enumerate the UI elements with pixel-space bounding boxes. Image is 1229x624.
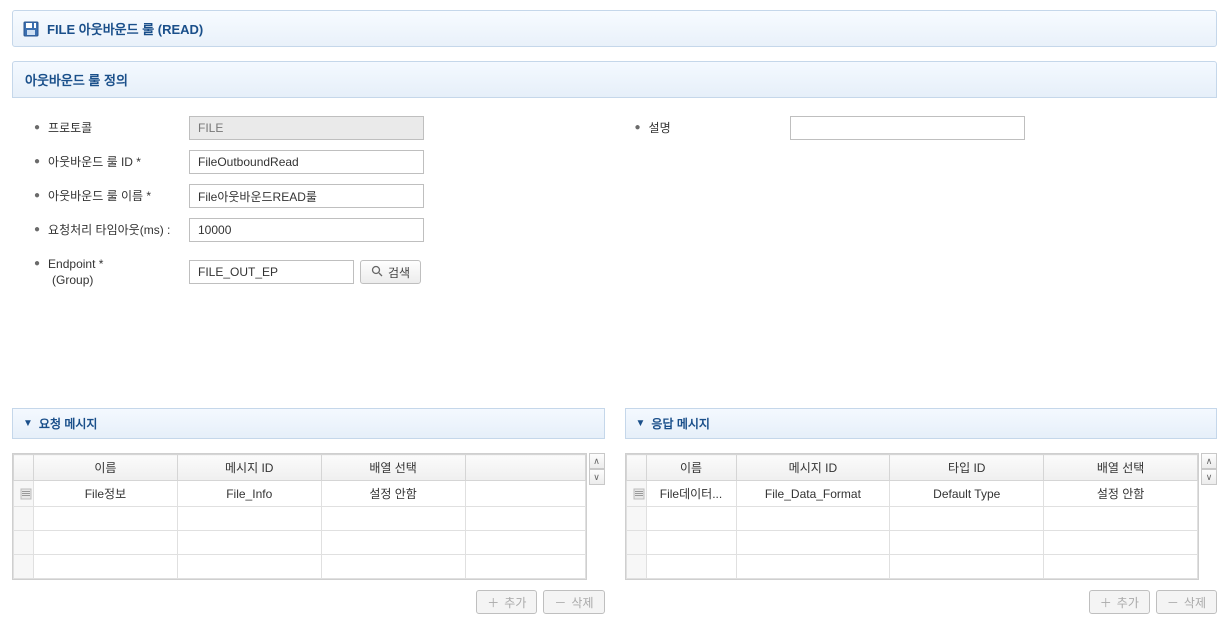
timeout-label: 요청처리 타임아웃(ms) : bbox=[48, 222, 170, 238]
response-col-array: 배열 선택 bbox=[1044, 455, 1198, 481]
definition-body: ● 프로토콜 ● 아웃바운드 룰 ID * ● 아웃바운드 룰 이름 * bbox=[12, 98, 1217, 398]
protocol-field bbox=[189, 116, 424, 140]
collapse-icon: ▼ bbox=[23, 418, 33, 429]
add-button-label: 추가 bbox=[504, 594, 526, 611]
rule-id-field[interactable] bbox=[189, 150, 424, 174]
page-header: FILE 아웃바운드 룰 (READ) bbox=[12, 10, 1217, 47]
table-row[interactable] bbox=[626, 507, 1198, 531]
request-cell-extra[interactable] bbox=[465, 481, 585, 507]
bullet-icon: ● bbox=[34, 256, 40, 272]
response-panel-title: 응답 메시지 bbox=[651, 415, 710, 432]
response-table: 이름 메시지 ID 타입 ID 배열 선택 File데 bbox=[626, 454, 1199, 579]
scroll-up-button[interactable]: ∧ bbox=[589, 453, 605, 469]
table-row[interactable]: File정보 File_Info 설정 안함 bbox=[14, 481, 586, 507]
bullet-icon: ● bbox=[635, 120, 641, 136]
request-panel-title: 요청 메시지 bbox=[39, 415, 98, 432]
description-field[interactable] bbox=[790, 116, 1025, 140]
row-handle-header bbox=[626, 455, 646, 481]
delete-button-label: 삭제 bbox=[571, 594, 593, 611]
request-col-name: 이름 bbox=[34, 455, 178, 481]
request-col-msgid: 메시지 ID bbox=[177, 455, 321, 481]
request-table: 이름 메시지 ID 배열 선택 File정보 bbox=[13, 454, 586, 579]
page-title: FILE 아웃바운드 룰 (READ) bbox=[47, 19, 203, 38]
add-button-label: 추가 bbox=[1117, 594, 1139, 611]
delete-button-label: 삭제 bbox=[1184, 594, 1206, 611]
search-button[interactable]: 검색 bbox=[360, 260, 421, 284]
collapse-icon: ▼ bbox=[636, 418, 646, 429]
table-row[interactable]: File데이터... File_Data_Format Default Type… bbox=[626, 481, 1198, 507]
save-icon[interactable] bbox=[23, 21, 39, 37]
request-col-extra bbox=[465, 455, 585, 481]
request-cell-array[interactable]: 설정 안함 bbox=[321, 481, 465, 507]
description-label: 설명 bbox=[649, 120, 671, 136]
response-panel: ▼ 응답 메시지 이름 메시지 ID bbox=[625, 408, 1218, 614]
minus-icon: － bbox=[554, 594, 566, 611]
table-row[interactable] bbox=[14, 507, 586, 531]
bullet-icon: ● bbox=[34, 222, 40, 238]
response-cell-name[interactable]: File데이터... bbox=[646, 481, 736, 507]
table-row[interactable] bbox=[626, 555, 1198, 579]
response-col-msgid: 메시지 ID bbox=[736, 455, 890, 481]
response-col-name: 이름 bbox=[646, 455, 736, 481]
endpoint-sub-label: (Group) bbox=[52, 273, 93, 287]
row-handle[interactable] bbox=[626, 481, 646, 507]
request-panel-header[interactable]: ▼ 요청 메시지 bbox=[12, 408, 605, 439]
row-handle-header bbox=[14, 455, 34, 481]
rule-name-label: 아웃바운드 룰 이름 * bbox=[48, 188, 151, 204]
scroll-down-button[interactable]: ∨ bbox=[589, 469, 605, 485]
rule-name-field[interactable] bbox=[189, 184, 424, 208]
table-row[interactable] bbox=[14, 531, 586, 555]
bullet-icon: ● bbox=[34, 154, 40, 170]
response-panel-header[interactable]: ▼ 응답 메시지 bbox=[625, 408, 1218, 439]
minus-icon: － bbox=[1167, 594, 1179, 611]
request-col-array: 배열 선택 bbox=[321, 455, 465, 481]
delete-button: － 삭제 bbox=[1156, 590, 1217, 614]
add-button: ＋ 추가 bbox=[1089, 590, 1150, 614]
request-cell-msgid[interactable]: File_Info bbox=[177, 481, 321, 507]
request-cell-name[interactable]: File정보 bbox=[34, 481, 178, 507]
add-button: ＋ 추가 bbox=[476, 590, 537, 614]
protocol-label: 프로토콜 bbox=[48, 120, 92, 136]
endpoint-field[interactable] bbox=[189, 260, 354, 284]
rule-id-label: 아웃바운드 룰 ID * bbox=[48, 154, 141, 170]
table-row[interactable] bbox=[626, 531, 1198, 555]
bullet-icon: ● bbox=[34, 120, 40, 136]
bullet-icon: ● bbox=[34, 188, 40, 204]
search-icon bbox=[371, 265, 383, 280]
timeout-field[interactable] bbox=[189, 218, 424, 242]
plus-icon: ＋ bbox=[1100, 594, 1112, 611]
row-handle[interactable] bbox=[14, 481, 34, 507]
table-row[interactable] bbox=[14, 555, 586, 579]
definition-title: 아웃바운드 룰 정의 bbox=[25, 73, 128, 88]
search-button-label: 검색 bbox=[388, 264, 410, 281]
scroll-up-button[interactable]: ∧ bbox=[1201, 453, 1217, 469]
request-panel: ▼ 요청 메시지 이름 bbox=[12, 408, 605, 614]
response-cell-msgid[interactable]: File_Data_Format bbox=[736, 481, 890, 507]
definition-header: 아웃바운드 룰 정의 bbox=[12, 61, 1217, 98]
response-cell-array[interactable]: 설정 안함 bbox=[1044, 481, 1198, 507]
delete-button: － 삭제 bbox=[543, 590, 604, 614]
plus-icon: ＋ bbox=[487, 594, 499, 611]
scroll-down-button[interactable]: ∨ bbox=[1201, 469, 1217, 485]
endpoint-label: Endpoint * bbox=[48, 257, 103, 271]
response-col-typeid: 타입 ID bbox=[890, 455, 1044, 481]
response-cell-typeid[interactable]: Default Type bbox=[890, 481, 1044, 507]
